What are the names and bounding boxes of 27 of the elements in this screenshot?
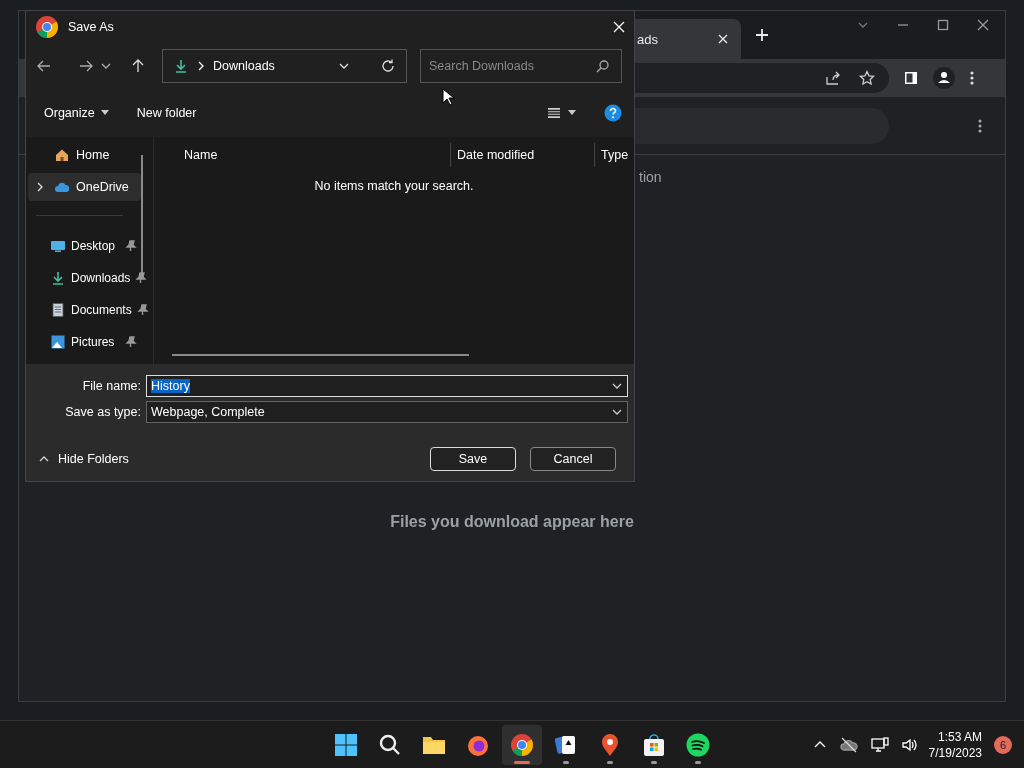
toolbar-button[interactable]: Organize xyxy=(44,106,109,120)
nav-item[interactable]: OneDrive xyxy=(28,173,141,201)
hide-folders-button[interactable]: Hide Folders xyxy=(38,452,129,466)
field-label: File name: xyxy=(81,379,142,393)
field-label: Save as type: xyxy=(64,405,142,419)
window-title: Save As xyxy=(68,20,114,34)
address-bar[interactable]: Downloads xyxy=(162,49,407,83)
toolbar-button[interactable]: New folder xyxy=(136,106,197,120)
clock[interactable]: 1:53 AM 7/19/2023 xyxy=(928,728,982,761)
file-type-dropdown[interactable]: Webpage, Complete xyxy=(146,401,628,423)
empty-message: Files you download appear here xyxy=(390,513,634,530)
file-name-field[interactable]: History xyxy=(146,375,628,397)
page-heading: tion xyxy=(639,169,662,185)
breadcrumb-item[interactable]: Downloads xyxy=(213,59,330,73)
cancel-button[interactable]: Cancel xyxy=(530,447,616,471)
empty-message: No items match your search. xyxy=(314,179,474,193)
column-header[interactable]: Type xyxy=(594,143,634,167)
notification-badge[interactable]: 6 xyxy=(994,735,1012,754)
nav-item[interactable]: Pictures xyxy=(26,328,153,356)
nav-item[interactable]: Home xyxy=(28,141,141,169)
search-field[interactable]: Search Downloads xyxy=(420,49,622,83)
column-header[interactable]: Date modified xyxy=(450,143,594,167)
nav-item[interactable]: Documents xyxy=(26,296,153,324)
column-header[interactable]: Name xyxy=(178,143,450,167)
save-button[interactable]: Save xyxy=(430,447,516,471)
nav-item[interactable]: Desktop xyxy=(26,232,153,260)
nav-item[interactable]: Downloads xyxy=(26,264,153,292)
